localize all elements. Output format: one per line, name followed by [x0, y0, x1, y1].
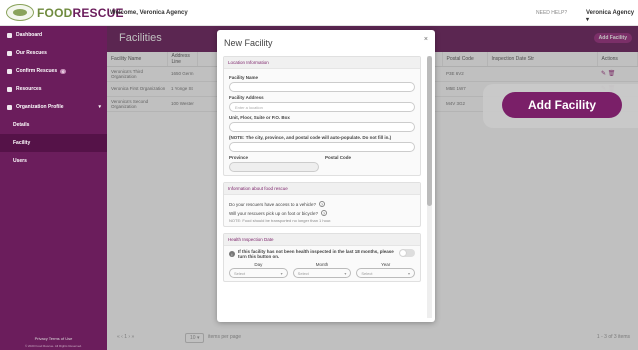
province-input: [229, 162, 319, 172]
modal-scrollbar-thumb[interactable]: [427, 56, 432, 206]
user-name: Veronica Agency: [586, 10, 635, 16]
food-rescue-info-section: Information about food rescue Do your re…: [223, 182, 421, 227]
chevron-down-icon: ▾: [280, 271, 283, 276]
user-menu[interactable]: Veronica Agency ▾: [586, 10, 638, 23]
section-header: Location Information: [224, 57, 420, 69]
postal-code-label: Postal Code: [325, 155, 352, 160]
month-label: Month: [315, 262, 329, 267]
new-facility-modal: New Facility × Location Information Faci…: [217, 30, 435, 322]
sidebar-item-organization-profile[interactable]: Organization Profile ▾: [0, 98, 107, 116]
health-inspection-section: Health Inspection Date i If this facilit…: [223, 233, 421, 282]
inspection-date-selects: Day Select ▾ Month Select ▾ Year Select ▾: [229, 262, 416, 278]
facility-name-input[interactable]: [229, 82, 415, 92]
month-select[interactable]: Select ▾: [292, 268, 352, 278]
chevron-down-icon: ▾: [344, 271, 347, 276]
confirm-icon: [7, 68, 12, 74]
add-facility-button-highlight[interactable]: Add Facility: [502, 92, 622, 118]
year-label: Year: [381, 262, 391, 267]
help-icon[interactable]: ?: [321, 210, 328, 216]
chevron-down-icon: ▾: [586, 17, 590, 23]
chevron-down-icon: ▾: [408, 271, 411, 276]
unit-input[interactable]: [229, 122, 415, 132]
day-label: Day: [254, 262, 263, 267]
sidebar: Dashboard Our Rescues Confirm Rescues 0 R…: [0, 26, 107, 350]
resources-icon: [7, 86, 12, 92]
sidebar-item-our-rescues[interactable]: Our Rescues: [0, 44, 107, 62]
transport-note: NOTE: Food should be transported no long…: [229, 218, 332, 223]
food-rescue-logo[interactable]: FOODRESCUE: [6, 4, 124, 21]
sidebar-item-users[interactable]: Users: [0, 152, 107, 170]
sidebar-item-resources[interactable]: Resources: [0, 80, 107, 98]
modal-body: Location Information Facility Name Facil…: [223, 56, 421, 322]
facility-address-label: Facility Address: [229, 95, 264, 100]
location-section: Location Information Facility Name Facil…: [223, 56, 421, 176]
sidebar-footer-links[interactable]: Privacy Terms of Use: [0, 336, 107, 341]
section-header: Information about food rescue: [224, 183, 420, 195]
dashboard-icon: [7, 32, 12, 38]
sidebar-item-confirm-rescues[interactable]: Confirm Rescues 0: [0, 62, 107, 80]
count-badge: 0: [60, 68, 67, 74]
day-select[interactable]: Select ▾: [229, 268, 288, 278]
modal-title: New Facility: [224, 38, 273, 48]
sidebar-item-details[interactable]: Details: [0, 116, 107, 134]
wrench-icon: [7, 104, 12, 110]
unit-label: Unit, Floor, Suite or P.O. Box: [229, 115, 290, 120]
foot-bicycle-question[interactable]: Will your rescuers pick up on foot or bi…: [229, 210, 415, 216]
chevron-down-icon: ▾: [98, 104, 101, 110]
year-select[interactable]: Select ▾: [356, 268, 416, 278]
close-icon[interactable]: ×: [424, 36, 428, 43]
welcome-text: Welcome, Veronica Agency: [110, 10, 188, 16]
facility-address-input[interactable]: Enter a location: [229, 102, 415, 112]
facility-name-label: Facility Name: [229, 75, 259, 80]
vehicle-question[interactable]: Do your rescuers have access to a vehicl…: [229, 201, 415, 207]
help-link[interactable]: NEED HELP?: [536, 10, 567, 16]
sidebar-item-facility[interactable]: Facility: [0, 134, 107, 152]
not-inspected-toggle[interactable]: [399, 249, 415, 257]
section-header: Health Inspection Date: [224, 234, 420, 246]
health-inspection-text: If this facility has not been health ins…: [238, 249, 394, 259]
sidebar-item-dashboard[interactable]: Dashboard: [0, 26, 107, 44]
info-icon: i: [229, 251, 235, 257]
copyright: © 2020 Food Rescue. All Rights Reserved.: [24, 344, 83, 348]
auto-populate-note: (NOTE: The city, province, and postal co…: [229, 135, 392, 140]
help-icon[interactable]: ?: [319, 201, 326, 207]
top-bar: FOODRESCUE Welcome, Veronica Agency NEED…: [0, 0, 638, 26]
province-label: Province: [229, 155, 249, 160]
city-input: [229, 142, 415, 152]
rescues-icon: [7, 50, 12, 56]
logo-icon: [6, 4, 34, 21]
